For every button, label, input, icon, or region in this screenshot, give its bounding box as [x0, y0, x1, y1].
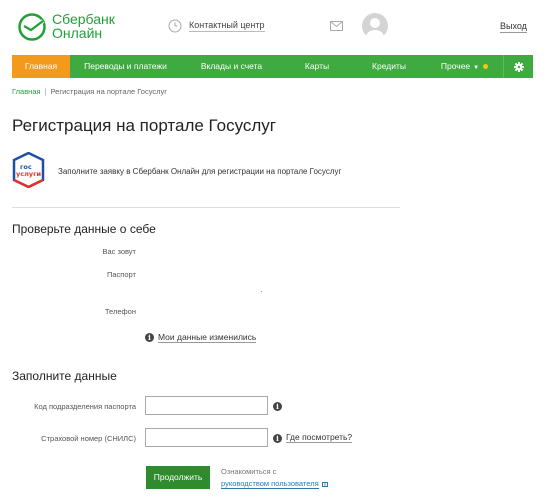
where-to-look-link[interactable]: Где посмотреть? [286, 432, 353, 443]
sberbank-logo-icon [18, 13, 46, 41]
nav-item-transfers[interactable]: Переводы и платежи [70, 55, 181, 78]
mail-icon[interactable] [330, 21, 343, 31]
check-section-title: Проверьте данные о себе [12, 222, 156, 236]
snils-label: Страховой номер (СНИЛС) [41, 434, 136, 443]
settings-button[interactable] [503, 55, 533, 78]
divider [12, 207, 400, 208]
intro-text: Заполните заявку в Сбербанк Онлайн для р… [58, 167, 342, 176]
nav-item-deposits[interactable]: Вклады и счета [181, 55, 282, 78]
notification-dot [483, 64, 489, 70]
nav-item-other[interactable]: Прочее ▼ [426, 55, 503, 78]
nav-item-home[interactable]: Главная [12, 55, 70, 78]
avatar[interactable] [362, 13, 388, 39]
snils-info-icon: i [273, 434, 282, 443]
gos-logo-text-2: услуги [16, 170, 41, 178]
book-icon [321, 481, 328, 487]
caret-down-icon: ▼ [473, 65, 480, 71]
breadcrumb-current: Регистрация на портале Госуслуг [50, 87, 167, 96]
user-silhouette-icon [366, 18, 384, 39]
brand-sub: Онлайн [52, 25, 103, 41]
passport-code-label: Код подразделения паспорта [34, 402, 136, 411]
logout-link[interactable]: Выход [500, 21, 527, 33]
nav-item-other-label: Прочее [440, 61, 471, 71]
brand-name: Сбербанк [52, 11, 115, 27]
breadcrumb-separator: | [44, 87, 47, 96]
info-icon: i [145, 333, 154, 342]
sberbank-logo[interactable]: Сбербанк Онлайн [18, 12, 115, 41]
breadcrumb-home[interactable]: Главная [12, 87, 41, 96]
data-changed-link[interactable]: Мои данные изменились [158, 332, 257, 343]
placeholder-dot [261, 291, 262, 292]
continue-button[interactable]: Продолжить [146, 466, 210, 489]
user-guide[interactable]: Ознакомиться с руководством пользователя [221, 466, 328, 490]
gosuslugi-logo: гос услуги [12, 152, 45, 188]
passport-code-input[interactable] [145, 396, 268, 415]
snils-input[interactable] [145, 428, 268, 447]
fill-section-title: Заполните данные [12, 369, 117, 383]
page-title: Регистрация на портале Госуслуг [12, 116, 277, 135]
gear-icon [513, 61, 524, 72]
breadcrumb: Главная | Регистрация на портале Госуслуг [12, 87, 167, 96]
main-nav: Главная Переводы и платежи Вклады и счет… [12, 55, 533, 78]
guide-line-1: Ознакомиться с [221, 467, 277, 476]
nav-item-cards[interactable]: Карты [282, 55, 352, 78]
phone-label: Телефон [104, 307, 136, 316]
clock-icon [168, 19, 182, 33]
contact-center[interactable]: Контактный центр [168, 19, 265, 33]
passport-code-info-icon[interactable]: i [273, 402, 282, 411]
passport-label: Паспорт [107, 270, 136, 279]
user-guide-link[interactable]: руководством пользователя [221, 479, 319, 489]
name-label: Вас зовут [102, 247, 136, 256]
contact-center-link[interactable]: Контактный центр [189, 20, 265, 32]
nav-item-credits[interactable]: Кредиты [352, 55, 426, 78]
